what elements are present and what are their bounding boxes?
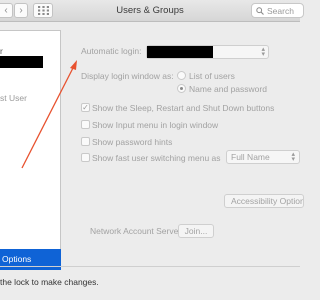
annotation-arrow xyxy=(21,60,77,169)
